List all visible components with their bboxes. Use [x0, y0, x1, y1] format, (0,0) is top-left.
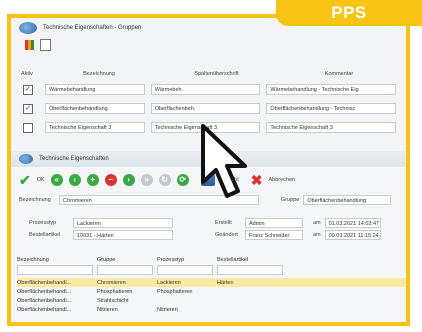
erstellt-am-label: am	[313, 220, 321, 226]
col-prozesstyp[interactable]: Prozesstyp	[157, 257, 217, 263]
col-bezeichnung[interactable]: Bezeichnung	[17, 257, 97, 263]
row-bezeichnung: Oberflächenbehandl...	[17, 297, 72, 304]
col-bezeichnung: Bezeichnung	[83, 71, 115, 77]
first-record-icon[interactable]: «	[50, 174, 63, 186]
window-icon	[19, 21, 37, 34]
result-list: Oberflächenbehandl... Chromieren Lackier…	[11, 278, 406, 314]
geaendert-select[interactable]: Franz Schneider	[245, 230, 303, 240]
screenshot-frame: Technische Eigenschaften - Gruppen Aktiv…	[7, 14, 410, 326]
window-icon	[19, 154, 33, 164]
row-prozesstyp: Nitrieren	[157, 306, 178, 313]
next-record-icon[interactable]: ›	[122, 174, 135, 186]
name-cell[interactable]: Technische Eigenschaft 3	[44, 122, 145, 133]
row-gruppe: Phosphatieren	[97, 288, 133, 295]
groups-header: Aktiv Bezeichnung Spaltenüberschrift Kom…	[15, 68, 402, 80]
table-row[interactable]: Oberflächenbehandl... Strahlschicht	[17, 296, 406, 305]
col-kommentar: Kommentar	[324, 71, 354, 77]
name-cell[interactable]: Wärmebehandlung	[44, 84, 145, 95]
copy-icon[interactable]	[40, 39, 51, 51]
geaendert-am-label: am	[313, 232, 321, 238]
col-bestellartikel[interactable]: Bestellartikel	[217, 257, 287, 263]
group-row: ✓ Oberflächenbehandlung Oberflächenbeh. …	[15, 99, 402, 118]
row-bezeichnung: Oberflächenbehandl...	[17, 288, 72, 295]
pps-badge: PPS	[276, 0, 422, 26]
active-checkbox[interactable]	[23, 122, 33, 133]
column-cell[interactable]: Wärmebeh.	[150, 84, 261, 95]
geaendert-label: Geändert	[215, 232, 238, 238]
name-cell[interactable]: Oberflächenbehandlung	[44, 103, 145, 114]
prozess-row: Prozesstyp Lackieren Erstellt Admin am 0…	[11, 217, 406, 229]
prozesstyp-select[interactable]: Lackieren	[73, 218, 173, 228]
geaendert-date[interactable]: 09.03.2021 11:15:24	[324, 230, 381, 240]
col-aktiv: Aktiv	[21, 71, 33, 77]
groups-title: Technische Eigenschaften - Gruppen	[43, 24, 142, 31]
group-row: ✓ Wärmebehandlung Wärmebeh. Wärmebehandl…	[15, 80, 402, 99]
filter-row	[11, 265, 406, 275]
reload-icon[interactable]: ⟳	[176, 174, 189, 186]
cancel-button[interactable]: Abbrechen	[268, 177, 295, 183]
table-row[interactable]: Oberflächenbehandl... Chromieren Lackier…	[17, 278, 406, 287]
refresh-icon[interactable]: ↻	[158, 174, 171, 186]
row-bezeichnung: Oberflächenbehandl...	[17, 279, 72, 286]
gruppe-select[interactable]: Oberflächenbehandlung	[303, 195, 392, 205]
erstellt-select[interactable]: Admin	[245, 218, 303, 228]
chart-icon[interactable]	[25, 40, 34, 50]
active-checkbox[interactable]: ✓	[23, 103, 33, 114]
row-gruppe: Strahlschicht	[97, 297, 129, 304]
row-gruppe: Nitrieren	[97, 306, 118, 313]
filter-input[interactable]	[157, 265, 213, 275]
bestell-row: Bestellartikel 10031 - Härten Geändert F…	[11, 229, 406, 241]
col-spaltenueberschrift: Spaltenüberschrift	[194, 71, 239, 77]
table-row[interactable]: Oberflächenbehandl... Phosphatieren Phos…	[17, 287, 406, 296]
active-checkbox[interactable]: ✓	[23, 84, 33, 95]
filter-input[interactable]	[97, 265, 153, 275]
comment-cell[interactable]: Wärmebehandlung - Technische Eig	[266, 84, 396, 95]
erstellt-label: Erstellt	[215, 220, 232, 226]
gruppe-label: Gruppe	[281, 197, 300, 203]
delete-record-icon[interactable]: −	[104, 174, 117, 186]
col-gruppe[interactable]: Gruppe	[97, 257, 157, 263]
previous-record-icon[interactable]: ‹	[68, 174, 81, 186]
prozesstyp-label: Prozesstyp	[29, 220, 57, 226]
mouse-pointer-icon	[201, 124, 247, 198]
row-bestellartikel: Härten	[217, 279, 234, 286]
filter-input[interactable]	[217, 265, 283, 275]
result-header: Bezeichnung Gruppe Prozesstyp Bestellart…	[11, 255, 406, 265]
bestellartikel-label: Bestellartikel	[29, 232, 61, 238]
comment-cell[interactable]: Technische Eigenschaft 3	[266, 122, 396, 133]
table-row[interactable]: Oberflächenbehandl... Nitrieren Nitriere…	[17, 305, 406, 314]
checkmark-icon[interactable]: ✔	[19, 172, 31, 189]
properties-title: Technische Eigenschaften	[39, 156, 109, 162]
row-prozesstyp: Phosphatieren	[157, 288, 193, 295]
row-gruppe: Chromieren	[97, 279, 126, 286]
groups-toolbar	[11, 37, 406, 53]
comment-cell[interactable]: Oberflächenbehandlung - Technisc	[266, 103, 396, 114]
add-record-icon[interactable]: +	[86, 174, 99, 186]
filter-input[interactable]	[17, 265, 93, 275]
bezeichnung-label: Bezeichnung	[19, 197, 51, 203]
ok-button[interactable]: OK	[37, 177, 45, 183]
row-prozesstyp: Lackieren	[157, 279, 181, 286]
last-record-icon[interactable]: »	[140, 174, 153, 186]
bestellartikel-select[interactable]: 10031 - Härten	[73, 230, 173, 240]
erstellt-date[interactable]: 01.03.2021 14:03:47	[324, 218, 381, 228]
row-bezeichnung: Oberflächenbehandl...	[17, 306, 72, 313]
column-cell[interactable]: Oberflächenbeh.	[150, 103, 261, 114]
